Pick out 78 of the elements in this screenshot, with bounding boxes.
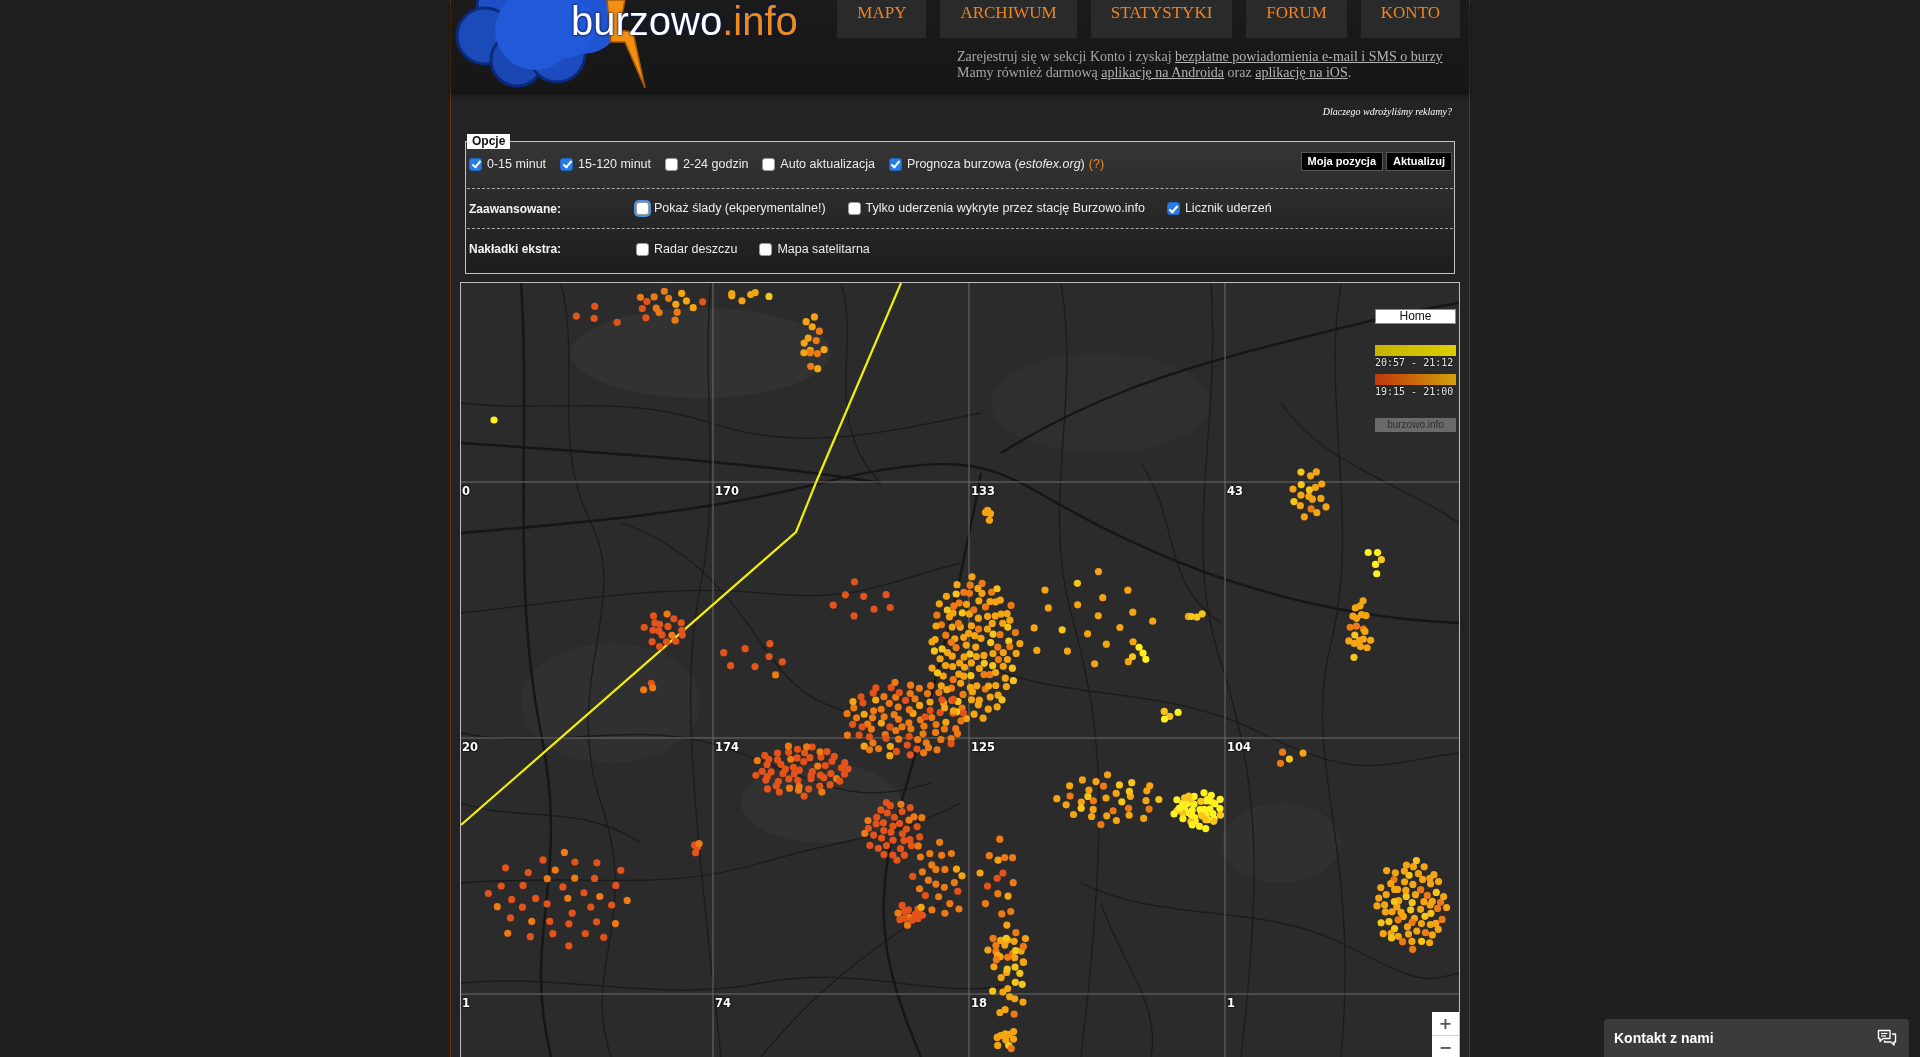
checkbox[interactable] [1166, 202, 1180, 215]
checkbox[interactable] [762, 157, 776, 171]
checkbox-label: Mapa satelitarna [777, 241, 870, 257]
lightning-strike-cluster [993, 1028, 1018, 1053]
lightning-strike-cluster [1184, 610, 1206, 621]
checkbox[interactable] [469, 157, 482, 171]
lightning-strike-cluster [490, 416, 498, 424]
promo-link[interactable]: aplikację na iOS [1255, 65, 1348, 80]
checkbox[interactable] [759, 242, 773, 256]
map-attribution: burzowo.info [1375, 418, 1456, 432]
checkbox[interactable] [636, 202, 649, 215]
checkbox-label: Licznik uderzeń [1184, 201, 1272, 216]
promo-link[interactable]: bezpłatne powiadomienia e-mail i SMS o burzy [1175, 49, 1443, 64]
promo-text: Zarejestruj się w sekcji Konto i zyskaj bezpłatne powiadomienia e-mail i SMS o burzy [957, 49, 1444, 65]
strike-count: 174 [715, 740, 739, 754]
lightning-strike-cluster [1160, 707, 1182, 723]
strike-count: 43 [1227, 484, 1243, 498]
lightning-strike-cluster [829, 578, 894, 620]
lightning-strike-cluster [1289, 468, 1330, 521]
checkbox-label: Radar deszczu [654, 241, 738, 257]
lightning-strike-cluster [636, 287, 707, 324]
chat-icon [1877, 1029, 1897, 1047]
checkbox-label: 2-24 godzin [683, 156, 749, 172]
nav-tab[interactable]: KONTO [1360, 0, 1460, 38]
lightning-strike-cluster [861, 798, 926, 864]
legend-label: 19:15 - 21:00 [1375, 385, 1455, 399]
strike-count: 133 [971, 484, 995, 498]
promo-link[interactable]: aplikację na Androida [1101, 65, 1225, 80]
checkbox-label: Tylko uderzenia wykryte przez stację Burzowo.info [865, 201, 1145, 216]
section-label: Nakładki ekstra: [469, 242, 563, 256]
checkbox[interactable] [636, 242, 649, 256]
ads-info-link[interactable]: Dlaczego wdrożyliśmy reklamy? [1322, 106, 1452, 117]
strike-count: 20 [462, 740, 478, 754]
strike-count: 18 [971, 996, 987, 1010]
checkbox-label: Pokaż ślady (ekperymentalne!) [654, 201, 826, 216]
section-label: Zaawansowane: [469, 201, 563, 216]
promo-text: Mamy również darmową aplikację na Androida oraz aplikację na iOS. [957, 65, 1353, 81]
strike-count: 170 [715, 484, 739, 498]
lightning-strike-cluster [1345, 597, 1375, 661]
strike-count: 74 [715, 996, 731, 1010]
lightning-strike-cluster [640, 679, 657, 694]
checkbox-label: Prognoza burzowa (estofex.org) [906, 156, 1085, 172]
lightning-strike-cluster [728, 288, 773, 305]
my-position-button[interactable]: Moja pozycja [1300, 152, 1384, 171]
nav-tab[interactable]: STATYSTYKI [1090, 0, 1233, 38]
lightning-strike-cluster [572, 302, 621, 326]
lightning-strike-cluster [720, 640, 786, 679]
checkbox[interactable] [888, 157, 902, 171]
lightning-strike-cluster [1276, 748, 1307, 767]
home-button[interactable]: Home [1375, 309, 1456, 324]
strike-count: 0 [462, 484, 470, 498]
lightning-strike-cluster [1170, 789, 1225, 833]
panel-title: Opcje [467, 134, 511, 149]
checkbox[interactable] [665, 157, 679, 171]
nav-tab[interactable]: ARCHIWUM [940, 0, 1077, 38]
lightning-strike-cluster [1364, 548, 1385, 578]
lightning-strike-cluster [981, 506, 995, 524]
contact-button[interactable]: Kontakt z nami [1604, 1019, 1909, 1057]
strike-count: 1 [462, 996, 470, 1010]
lightning-strike-cluster [640, 610, 686, 651]
help-link[interactable]: (?) [1088, 157, 1105, 171]
checkbox-label: 15-120 minut [578, 156, 652, 172]
zoom-out-button[interactable]: − [1432, 1035, 1459, 1057]
checkbox-label: Auto aktualizacja [780, 156, 875, 172]
strike-count: 125 [971, 740, 995, 754]
strike-count: 104 [1227, 740, 1251, 754]
nav-tab[interactable]: FORUM [1246, 0, 1347, 38]
lightning-strike-cluster [691, 840, 703, 857]
zoom-in-button[interactable]: + [1432, 1012, 1459, 1035]
nav-tab[interactable]: MAPY [837, 0, 927, 38]
checkbox-label: 0-15 minut [487, 156, 547, 172]
legend-label: 20:57 - 21:12 [1375, 356, 1455, 370]
lightning-strike-cluster [800, 313, 828, 373]
map-panel[interactable]: 0 170 133 43 20 174 125 104 1 74 18 1 Home 20:57 - 21:12 19:15 - 21:00 burzowo.info + − [460, 282, 1460, 1057]
strike-count: 1 [1227, 996, 1235, 1010]
refresh-button[interactable]: Aktualizuj [1386, 152, 1452, 171]
checkbox[interactable] [847, 202, 861, 215]
checkbox[interactable] [560, 157, 574, 171]
